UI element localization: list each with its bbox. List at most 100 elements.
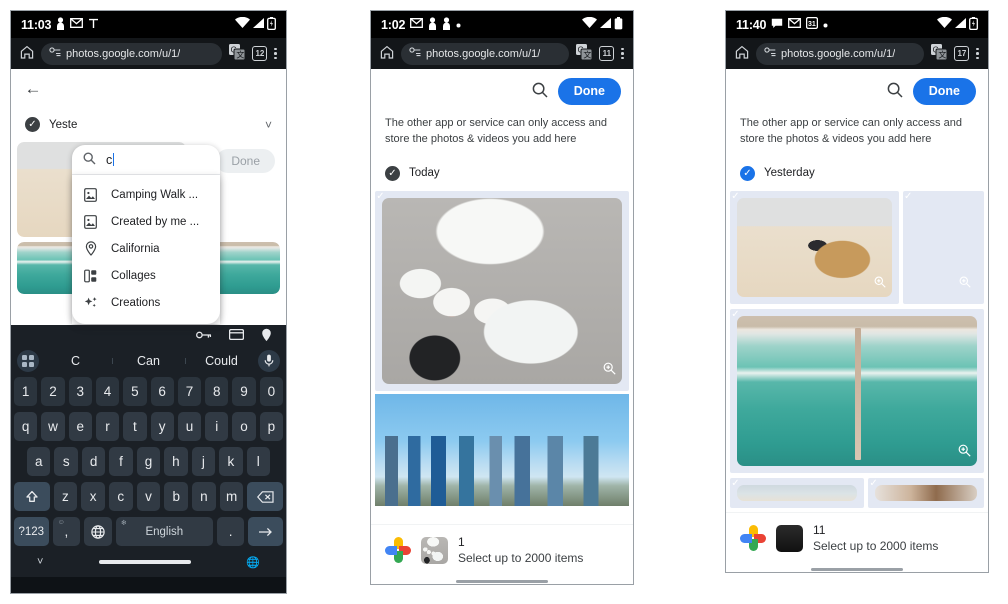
symbols-key[interactable]: ?123 <box>14 517 49 546</box>
key-z[interactable]: z <box>53 482 78 511</box>
key-m[interactable]: m <box>219 482 244 511</box>
photo-checkbox-icon[interactable] <box>22 247 37 262</box>
key-2[interactable]: 2 <box>41 377 65 406</box>
microphone-icon[interactable] <box>258 349 280 372</box>
key-n[interactable]: n <box>192 482 216 511</box>
search-icon[interactable] <box>532 82 548 102</box>
home-gesture-bar[interactable] <box>98 560 191 564</box>
period-key[interactable]: . <box>216 517 245 546</box>
key-s[interactable]: s <box>54 447 78 476</box>
key-i[interactable]: i <box>205 412 229 441</box>
key-0[interactable]: 0 <box>259 377 283 406</box>
key-w[interactable]: w <box>41 412 65 441</box>
key-e[interactable]: e <box>68 412 92 441</box>
overflow-menu-icon[interactable] <box>274 47 277 60</box>
section-checkbox-icon[interactable]: ✓ <box>385 165 400 181</box>
key-1[interactable]: 1 <box>14 377 38 406</box>
section-checkbox-icon[interactable]: ✓ <box>25 117 40 132</box>
overflow-menu-icon[interactable] <box>621 47 624 60</box>
section-checkbox-icon[interactable]: ✓ <box>740 165 755 181</box>
photo-tile-beach-bag[interactable]: ✓ <box>730 190 899 304</box>
key-j[interactable]: j <box>191 447 216 476</box>
key-y[interactable]: y <box>150 412 174 441</box>
zoom-in-icon[interactable] <box>874 276 886 291</box>
key-t[interactable]: t <box>123 412 147 441</box>
home-gesture-bar[interactable] <box>456 579 548 584</box>
photo-checkbox-icon[interactable] <box>382 401 397 416</box>
section-header-yesterday[interactable]: ✓ Yesterday <box>726 148 988 191</box>
key-c[interactable]: c <box>108 482 133 511</box>
search-input[interactable]: c <box>72 145 220 175</box>
suggestion-word-1[interactable]: Can <box>112 354 185 368</box>
ime-switch-icon[interactable]: 🌐 <box>246 556 260 569</box>
tab-count-button[interactable]: 17 <box>954 46 970 61</box>
home-icon[interactable] <box>20 45 34 63</box>
password-key-icon[interactable] <box>196 330 212 343</box>
key-d[interactable]: d <box>81 447 106 476</box>
app-grid-icon[interactable] <box>17 349 39 372</box>
done-button[interactable]: Done <box>912 78 976 105</box>
key-v[interactable]: v <box>136 482 161 511</box>
photo-tile-aerial-pier[interactable]: ✓ <box>730 308 984 473</box>
url-field[interactable]: photos.google.com/u/1/ <box>401 42 570 65</box>
key-r[interactable]: r <box>95 412 120 441</box>
url-field[interactable]: photos.google.com/u/1/ <box>756 42 925 65</box>
url-field[interactable]: photos.google.com/u/1/ <box>41 42 223 65</box>
suggestion-item-creations[interactable]: Creations <box>72 289 220 316</box>
key-4[interactable]: 4 <box>95 377 120 406</box>
key-a[interactable]: a <box>27 447 51 476</box>
key-8[interactable]: 8 <box>205 377 229 406</box>
key-f[interactable]: f <box>109 447 133 476</box>
home-icon[interactable] <box>380 45 394 63</box>
photo-tile-city-skyline[interactable] <box>375 393 629 506</box>
enter-arrow-icon[interactable] <box>248 517 283 546</box>
suggestion-word-2[interactable]: Could <box>185 354 258 368</box>
shift-icon[interactable] <box>14 482 50 511</box>
section-header-today[interactable]: ✓ Today <box>371 148 633 191</box>
key-7[interactable]: 7 <box>177 377 202 406</box>
key-l[interactable]: l <box>246 447 270 476</box>
home-icon[interactable] <box>735 45 749 63</box>
key-u[interactable]: u <box>177 412 202 441</box>
key-h[interactable]: h <box>164 447 188 476</box>
section-header-yesterday[interactable]: ✓ Yeste ˅ <box>11 109 286 142</box>
suggestion-item-created-by-me[interactable]: Created by me ... <box>72 208 220 235</box>
key-x[interactable]: x <box>81 482 105 511</box>
key-p[interactable]: p <box>259 412 283 441</box>
key-3[interactable]: 3 <box>68 377 92 406</box>
comma-key[interactable]: ☺ , <box>52 517 81 546</box>
zoom-in-icon[interactable] <box>959 276 971 291</box>
key-9[interactable]: 9 <box>232 377 256 406</box>
address-pin-icon[interactable] <box>261 328 272 345</box>
search-icon[interactable] <box>887 82 903 102</box>
done-button[interactable]: Done <box>557 78 621 105</box>
tab-count-button[interactable]: 12 <box>252 46 268 61</box>
back-arrow-icon[interactable]: ← <box>22 79 44 99</box>
photo-checkbox-icon[interactable] <box>22 147 37 162</box>
suggestion-item-california[interactable]: California <box>72 235 220 262</box>
chevron-down-icon[interactable]: ˅ <box>265 118 272 132</box>
zoom-in-icon[interactable] <box>603 362 616 378</box>
photo-tile-blurred-beach[interactable]: ✓ <box>730 477 865 508</box>
tab-count-button[interactable]: 11 <box>599 46 615 61</box>
zoom-in-icon[interactable] <box>958 444 971 460</box>
key-b[interactable]: b <box>164 482 189 511</box>
photo-tile-rocks[interactable]: ✓ <box>902 190 984 304</box>
key-k[interactable]: k <box>219 447 243 476</box>
key-g[interactable]: g <box>136 447 161 476</box>
photo-tile-korean-bbq[interactable]: ✓ <box>375 190 629 391</box>
suggestion-word-0[interactable]: C <box>39 354 112 368</box>
space-key[interactable]: ❄ English <box>115 517 213 546</box>
overflow-menu-icon[interactable] <box>976 47 979 60</box>
key-6[interactable]: 6 <box>150 377 174 406</box>
backspace-icon[interactable] <box>247 482 284 511</box>
translate-icon[interactable]: G文 <box>229 43 246 64</box>
suggestion-item-camping-walk[interactable]: Camping Walk ... <box>72 181 220 208</box>
translate-icon[interactable]: G文 <box>931 43 948 64</box>
payment-card-icon[interactable] <box>228 328 245 343</box>
key-q[interactable]: q <box>14 412 38 441</box>
photo-tile-blurred-warm[interactable]: ✓ <box>868 477 984 508</box>
key-o[interactable]: o <box>232 412 256 441</box>
translate-icon[interactable]: G文 <box>576 43 593 64</box>
collapse-keyboard-icon[interactable]: ˅ <box>37 556 43 568</box>
